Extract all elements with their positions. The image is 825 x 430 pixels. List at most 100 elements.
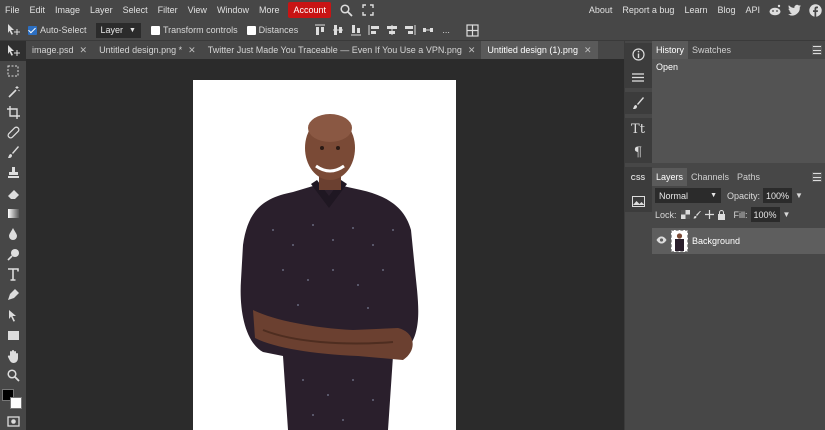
menu-window[interactable]: Window [212, 0, 254, 20]
tab-untitled-design[interactable]: Untitled design.png * ✕ [93, 41, 202, 59]
gradient-icon[interactable] [0, 203, 26, 223]
tab-image-psd[interactable]: image.psd ✕ [26, 41, 93, 59]
panel-menu-icon[interactable] [812, 172, 822, 182]
lock-label: Lock: [655, 209, 677, 220]
tab-untitled-design-1[interactable]: Untitled design (1).png ✕ [481, 41, 598, 59]
layer-select[interactable]: Layer ▼ [95, 22, 141, 38]
distances-checkbox[interactable] [246, 25, 256, 35]
history-item[interactable]: Open [656, 62, 821, 72]
fullscreen-icon[interactable] [359, 1, 377, 19]
opacity-dropdown-icon[interactable]: ▼ [795, 191, 803, 200]
eraser-icon[interactable] [0, 183, 26, 203]
background-color[interactable] [10, 397, 22, 409]
menu-file[interactable]: File [0, 0, 25, 20]
link-api[interactable]: API [740, 0, 765, 20]
menu-edit[interactable]: Edit [25, 0, 51, 20]
menu-more[interactable]: More [254, 0, 285, 20]
align-hcenter-icon[interactable] [385, 23, 399, 37]
layer-row-background[interactable]: Background [652, 228, 825, 254]
hand-icon[interactable] [0, 345, 26, 365]
zoom-icon[interactable] [0, 366, 26, 386]
properties-icon[interactable] [625, 66, 651, 88]
link-about[interactable]: About [584, 0, 618, 20]
brush-settings-icon[interactable] [625, 92, 651, 114]
document-tabs: image.psd ✕ Untitled design.png * ✕ Twit… [26, 41, 624, 59]
auto-select-checkbox[interactable] [28, 25, 37, 35]
tab-layers[interactable]: Layers [652, 168, 688, 186]
options-bar: Auto-Select Layer ▼ Transform controls D… [0, 20, 825, 41]
css-icon[interactable]: CSS [625, 167, 651, 189]
image-icon[interactable] [625, 190, 651, 212]
grid-icon[interactable] [465, 23, 479, 37]
pen-icon[interactable] [0, 285, 26, 305]
fill-input[interactable]: 100% [750, 207, 780, 222]
layer-name: Background [692, 236, 741, 246]
rectangle-icon[interactable] [0, 325, 26, 345]
side-icon-panel: Tt ¶ CSS [624, 41, 652, 430]
color-swatches[interactable] [2, 389, 24, 411]
document-canvas[interactable] [193, 80, 456, 430]
distances-option[interactable]: Distances [246, 25, 298, 35]
align-left-icon[interactable] [367, 23, 381, 37]
workspace[interactable] [26, 59, 624, 430]
crop-icon[interactable] [0, 102, 26, 122]
menu-select[interactable]: Select [118, 0, 153, 20]
tab-paths[interactable]: Paths [733, 168, 764, 186]
type-tool-icon[interactable] [0, 264, 26, 284]
quick-mask-icon[interactable] [0, 411, 26, 430]
menu-filter[interactable]: Filter [153, 0, 183, 20]
align-bottom-icon[interactable] [349, 23, 363, 37]
menu-layer[interactable]: Layer [85, 0, 118, 20]
lock-icons [680, 209, 726, 220]
tab-history[interactable]: History [652, 41, 689, 59]
reddit-icon[interactable] [768, 3, 782, 17]
account-button[interactable]: Account [288, 2, 331, 18]
tab-swatches[interactable]: Swatches [688, 41, 735, 59]
opacity-input[interactable]: 100% [763, 188, 793, 203]
close-icon[interactable]: ✕ [584, 41, 592, 59]
brush-icon[interactable] [0, 142, 26, 162]
align-top-icon[interactable] [313, 23, 327, 37]
search-icon[interactable] [337, 1, 355, 19]
lock-move-icon [704, 210, 714, 219]
panel-menu-icon[interactable] [812, 45, 822, 55]
link-report-bug[interactable]: Report a bug [617, 0, 679, 20]
blur-icon[interactable] [0, 224, 26, 244]
healing-icon[interactable] [0, 122, 26, 142]
paragraph-icon[interactable]: ¶ [625, 141, 651, 163]
move-tool-icon[interactable] [0, 41, 26, 62]
stamp-icon[interactable] [0, 163, 26, 183]
link-blog[interactable]: Blog [712, 0, 740, 20]
eye-icon[interactable] [656, 236, 667, 246]
character-icon[interactable]: Tt [625, 118, 651, 140]
distribute-icon[interactable] [421, 23, 435, 37]
close-icon[interactable]: ✕ [468, 41, 476, 59]
link-learn[interactable]: Learn [679, 0, 712, 20]
facebook-icon[interactable] [808, 3, 822, 17]
tab-label: Twitter Just Made You Traceable — Even I… [207, 45, 462, 55]
close-icon[interactable]: ✕ [80, 41, 88, 59]
transform-controls-checkbox[interactable] [150, 25, 160, 35]
align-vcenter-icon[interactable] [331, 23, 345, 37]
magic-wand-icon[interactable] [0, 82, 26, 102]
fill-dropdown-icon[interactable]: ▼ [783, 210, 791, 219]
close-icon[interactable]: ✕ [188, 41, 196, 59]
info-icon[interactable] [625, 43, 651, 65]
transform-controls-option[interactable]: Transform controls [150, 25, 238, 35]
tab-label: Untitled design (1).png [487, 45, 578, 55]
blend-mode-value: Normal [659, 190, 689, 201]
brush-group [625, 92, 652, 114]
path-select-icon[interactable] [0, 305, 26, 325]
opacity-label: Opacity: [727, 190, 761, 201]
menu-view[interactable]: View [183, 0, 212, 20]
more-options[interactable]: ... [439, 23, 453, 37]
menu-image[interactable]: Image [50, 0, 85, 20]
dodge-icon[interactable] [0, 244, 26, 264]
marquee-tool-icon[interactable] [0, 61, 26, 81]
tab-twitter-article[interactable]: Twitter Just Made You Traceable — Even I… [202, 41, 482, 59]
align-right-icon[interactable] [403, 23, 417, 37]
twitter-icon[interactable] [788, 3, 802, 17]
tab-channels[interactable]: Channels [687, 168, 733, 186]
blend-mode-select[interactable]: Normal ▼ [655, 188, 721, 203]
auto-select-option[interactable]: Auto-Select [28, 25, 87, 35]
